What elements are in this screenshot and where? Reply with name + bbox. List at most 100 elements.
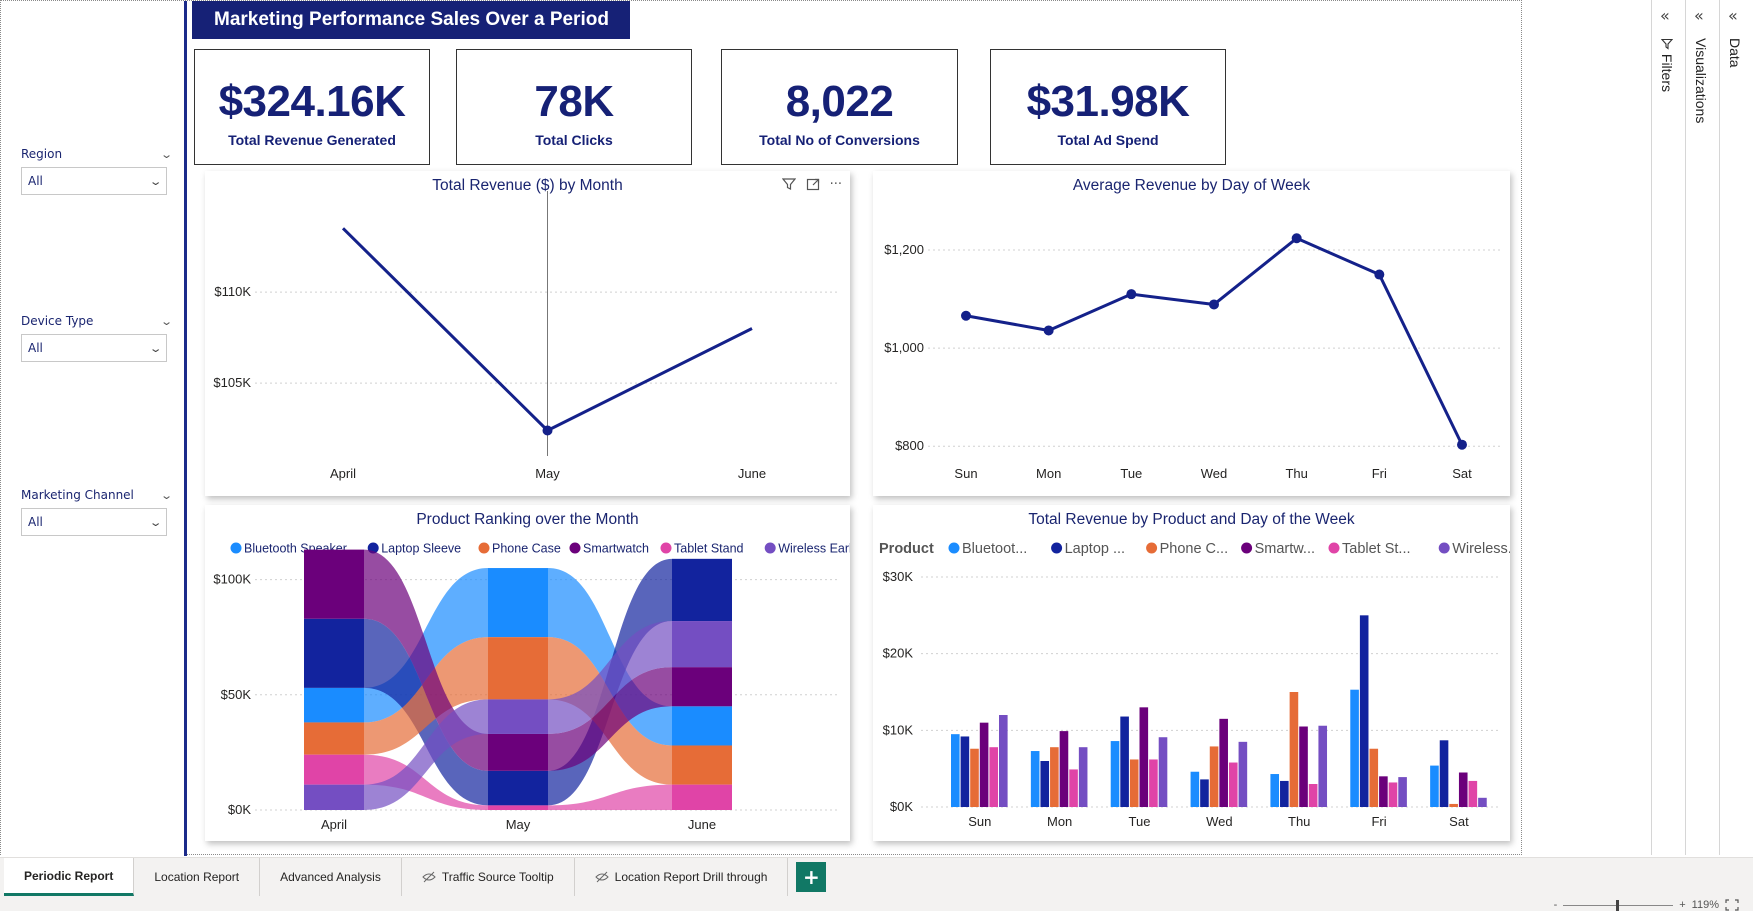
fit-to-page-icon[interactable] (1725, 899, 1739, 911)
filters-pane[interactable]: « Filters (1651, 0, 1681, 855)
revenue-by-month-svg: $105K $110K April May June (213, 191, 840, 481)
hidden-page-icon (422, 871, 436, 883)
ribbon-segment (304, 549, 364, 619)
region-slicer: Region ⌄ All ⌄ (21, 144, 173, 195)
marketing-channel-dropdown[interactable]: All ⌄ (21, 508, 167, 536)
x-tick-label: Mon (1047, 814, 1072, 829)
tab-label: Location Report Drill through (614, 870, 768, 884)
x-tick-label: Tue (1120, 466, 1142, 481)
x-tick-label: Wed (1206, 814, 1233, 829)
slicer-panel: Region ⌄ All ⌄ Device Type ⌄ All ⌄ Marketing… (1, 1, 187, 856)
ribbon-segment (672, 621, 732, 668)
filters-pane-label: Filters (1659, 38, 1675, 92)
page-tabs: Periodic Report Location Report Advanced… (4, 858, 827, 896)
x-tick-label: Sun (954, 466, 977, 481)
kpi-value: $324.16K (218, 77, 406, 126)
kpi-value: $31.98K (1026, 77, 1190, 126)
region-slicer-label: Region (21, 147, 63, 161)
tab-advanced-analysis[interactable]: Advanced Analysis (260, 858, 402, 896)
chevron-down-icon[interactable]: ⌄ (160, 489, 173, 502)
bar (1129, 759, 1139, 807)
collapse-filters-icon[interactable]: « (1660, 6, 1670, 25)
zoom-slider-thumb[interactable] (1616, 899, 1620, 911)
zoom-in-button[interactable]: + (1679, 899, 1685, 911)
zoom-out-button[interactable]: - (1554, 899, 1558, 911)
hidden-page-icon (594, 871, 609, 883)
tab-periodic-report[interactable]: Periodic Report (4, 858, 135, 896)
bar (1238, 741, 1248, 807)
bar (1359, 615, 1369, 807)
bar (951, 734, 960, 807)
collapse-data-icon[interactable]: « (1728, 6, 1738, 25)
legend-label: Tablet St... (1342, 541, 1411, 557)
kpi-label: Total No of Conversions (759, 132, 920, 148)
filter-icon[interactable] (781, 177, 796, 195)
bar (1270, 774, 1280, 807)
add-page-button[interactable]: + (796, 862, 827, 892)
chevron-down-icon: ⌄ (148, 515, 163, 529)
legend-marker (764, 542, 776, 554)
bar (1439, 740, 1449, 807)
revenue-by-product-day-chart[interactable]: Product Bluetoot... Laptop ... Phone C... Sm… (873, 505, 1510, 841)
zoom-control: - + 119% (1554, 899, 1739, 911)
focus-mode-icon[interactable] (806, 177, 820, 195)
visualizations-pane[interactable]: « Visualizations (1685, 0, 1715, 855)
bar (1069, 769, 1078, 807)
ribbon-segment (672, 706, 732, 746)
report-canvas: Region ⌄ All ⌄ Device Type ⌄ All ⌄ Marketing… (0, 0, 1522, 856)
y-tick-label: $110K (214, 284, 251, 299)
x-tick-label: Thu (1285, 466, 1307, 481)
bar (1059, 731, 1069, 807)
data-pane[interactable]: « Data (1719, 0, 1753, 855)
kpi-card-conversions[interactable]: 8,022 Total No of Conversions (721, 49, 958, 165)
bar (960, 736, 970, 807)
x-tick-label: April (321, 817, 347, 832)
x-tick-label: Fri (1372, 466, 1387, 481)
avg-revenue-by-day-chart[interactable]: $800 $1,000 $1,200 Sun Mon Tue Wed Thu Fri Sat Av… (873, 171, 1510, 496)
tab-location-report[interactable]: Location Report (134, 858, 261, 896)
tab-location-drill-through[interactable]: Location Report Drill through (575, 858, 789, 896)
kpi-card-clicks[interactable]: 78K Total Clicks (456, 49, 692, 165)
marketing-channel-slicer-label: Marketing Channel (21, 488, 134, 502)
legend-marker (1241, 542, 1253, 554)
kpi-card-ad-spend[interactable]: $31.98K Total Ad Spend (990, 49, 1226, 165)
avg-revenue-by-day-svg: $800 $1,000 $1,200 Sun Mon Tue Wed Thu Fri Sat (884, 233, 1500, 481)
kpi-card-revenue[interactable]: $324.16K Total Revenue Generated (194, 49, 430, 165)
collapse-visualizations-icon[interactable]: « (1694, 6, 1704, 25)
y-tick-label: $1,000 (884, 340, 924, 355)
more-options-icon[interactable]: ··· (830, 177, 842, 195)
bar (1430, 765, 1439, 807)
ribbon-segment (672, 784, 732, 810)
data-point (1043, 325, 1054, 336)
legend-label: Smartwatch (583, 542, 649, 556)
tab-label: Traffic Source Tooltip (441, 870, 554, 884)
region-dropdown[interactable]: All ⌄ (21, 167, 167, 195)
bar (1318, 725, 1328, 807)
legend-marker (1438, 542, 1450, 554)
bar (1050, 747, 1059, 807)
device-type-dropdown[interactable]: All ⌄ (21, 334, 167, 362)
legend-label: Bluetoot... (962, 541, 1027, 557)
x-tick-label: Sat (1449, 814, 1469, 829)
bar (989, 747, 998, 807)
ribbon-segment (672, 745, 732, 785)
bar (1228, 762, 1238, 807)
device-type-value: All (28, 341, 43, 355)
chevron-down-icon[interactable]: ⌄ (160, 315, 173, 328)
product-ranking-chart[interactable]: Bluetooth Speaker Laptop Sleeve Phone Case… (205, 505, 850, 841)
report-title: Marketing Performance Sales Over a Perio… (192, 1, 630, 39)
bar (970, 748, 979, 807)
revenue-by-month-chart[interactable]: $105K $110K April May June Total Revenue ($)… (205, 171, 850, 496)
chevron-down-icon[interactable]: ⌄ (160, 148, 173, 161)
ribbon-segment (304, 722, 364, 755)
legend-label: Laptop ... (1065, 541, 1125, 557)
bar (1200, 779, 1209, 807)
zoom-level: 119% (1691, 899, 1719, 911)
series-line (965, 236, 1464, 446)
legend-marker (660, 542, 672, 554)
zoom-slider[interactable] (1563, 899, 1674, 911)
x-tick-label: Mon (1036, 466, 1061, 481)
x-tick-label: Sat (1452, 466, 1472, 481)
y-tick-label: $10K (883, 722, 914, 737)
tab-traffic-source-tooltip[interactable]: Traffic Source Tooltip (402, 858, 575, 896)
